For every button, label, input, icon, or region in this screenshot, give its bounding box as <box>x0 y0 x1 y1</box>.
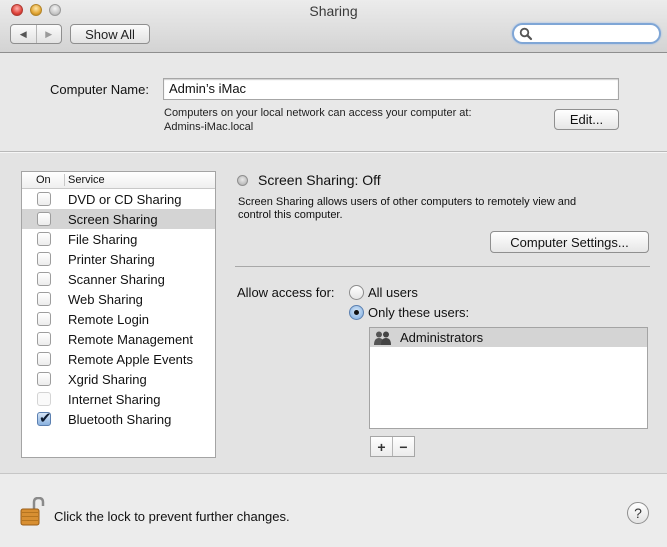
list-item[interactable]: Administrators <box>370 328 647 347</box>
divider <box>235 266 650 267</box>
description-line: control this computer. <box>238 209 343 221</box>
question-mark-icon: ? <box>634 505 642 521</box>
service-row[interactable]: File Sharing <box>22 229 215 249</box>
computer-name-label: Computer Name: <box>50 82 149 97</box>
edit-hostname-button[interactable]: Edit... <box>554 109 619 130</box>
service-description: Screen Sharing allows users of other com… <box>238 196 648 222</box>
allow-access-label: Allow access for: <box>237 285 335 300</box>
allowed-users-list: Administrators <box>369 327 648 429</box>
lock-message: Click the lock to prevent further change… <box>54 509 290 524</box>
help-button[interactable]: ? <box>627 502 649 524</box>
service-list-header: On Service <box>22 172 215 189</box>
service-checkbox[interactable] <box>37 252 51 266</box>
back-button[interactable]: ◀ <box>11 25 37 43</box>
service-row[interactable]: DVD or CD Sharing <box>22 189 215 209</box>
forward-button[interactable]: ▶ <box>37 25 62 43</box>
remove-user-button[interactable]: − <box>393 437 414 456</box>
search-icon <box>519 27 533 41</box>
column-header-service[interactable]: Service <box>65 174 105 186</box>
title-bar: Sharing ◀ ▶ Show All <box>0 0 667 53</box>
status-indicator-icon <box>237 175 248 186</box>
service-label: Remote Management <box>68 331 194 347</box>
description-line: Computers on your local network can acce… <box>164 107 472 119</box>
only-these-users-label[interactable]: Only these users: <box>368 305 469 320</box>
service-label: Remote Apple Events <box>68 351 194 367</box>
service-row[interactable]: Web Sharing <box>22 289 215 309</box>
service-row[interactable]: Remote Apple Events <box>22 349 215 369</box>
show-all-button[interactable]: Show All <box>70 24 150 44</box>
service-label: Xgrid Sharing <box>68 371 147 387</box>
service-checkbox[interactable] <box>37 312 51 326</box>
service-label: Remote Login <box>68 311 149 327</box>
service-row[interactable]: Xgrid Sharing <box>22 369 215 389</box>
add-remove-buttons: + − <box>370 436 415 457</box>
computer-name-input[interactable]: Admin’s iMac <box>163 78 619 100</box>
service-checkbox[interactable] <box>37 332 51 346</box>
service-label: File Sharing <box>68 231 138 247</box>
service-checkbox[interactable] <box>37 372 51 386</box>
service-checkbox <box>37 392 51 406</box>
service-label: Bluetooth Sharing <box>68 411 172 427</box>
description-line: Screen Sharing allows users of other com… <box>238 196 577 208</box>
all-users-radio[interactable] <box>349 285 364 300</box>
service-checkbox[interactable] <box>37 212 51 226</box>
service-row[interactable]: Remote Management <box>22 329 215 349</box>
user-group-icon <box>374 331 391 345</box>
chevron-right-icon: ▶ <box>45 28 53 39</box>
service-row[interactable]: Bluetooth Sharing <box>22 409 215 429</box>
add-user-button[interactable]: + <box>371 437 393 456</box>
service-status: Screen Sharing: Off <box>258 172 381 188</box>
local-hostname: Admins-iMac.local <box>164 121 254 133</box>
service-checkbox[interactable] <box>37 352 51 366</box>
all-users-label[interactable]: All users <box>368 285 418 300</box>
service-row[interactable]: Internet Sharing <box>22 389 215 409</box>
nav-buttons: ◀ ▶ <box>10 24 62 44</box>
service-checkbox[interactable] <box>37 272 51 286</box>
service-label: Scanner Sharing <box>68 271 165 287</box>
user-name: Administrators <box>400 330 484 345</box>
service-label: Screen Sharing <box>68 211 158 227</box>
service-list: On Service DVD or CD Sharing Screen Shari… <box>21 171 216 458</box>
service-checkbox[interactable] <box>37 192 51 206</box>
only-these-users-radio[interactable] <box>349 305 364 320</box>
search-input[interactable] <box>512 23 661 44</box>
service-label: Internet Sharing <box>68 391 161 407</box>
chevron-left-icon: ◀ <box>19 28 27 39</box>
computer-settings-button[interactable]: Computer Settings... <box>490 231 649 253</box>
service-label: Web Sharing <box>68 291 143 307</box>
service-checkbox[interactable] <box>37 409 52 427</box>
service-label: Printer Sharing <box>68 251 155 267</box>
service-checkbox[interactable] <box>37 232 51 246</box>
service-row[interactable]: Scanner Sharing <box>22 269 215 289</box>
window-title: Sharing <box>309 3 358 19</box>
computer-name-description: Computers on your local network can acce… <box>164 106 472 134</box>
column-header-on[interactable]: On <box>22 174 65 186</box>
unlocked-lock-icon[interactable] <box>19 497 47 527</box>
service-checkbox[interactable] <box>37 292 51 306</box>
service-label: DVD or CD Sharing <box>68 191 182 207</box>
service-row[interactable]: Printer Sharing <box>22 249 215 269</box>
service-row[interactable]: Remote Login <box>22 309 215 329</box>
service-row[interactable]: Screen Sharing <box>22 209 215 229</box>
